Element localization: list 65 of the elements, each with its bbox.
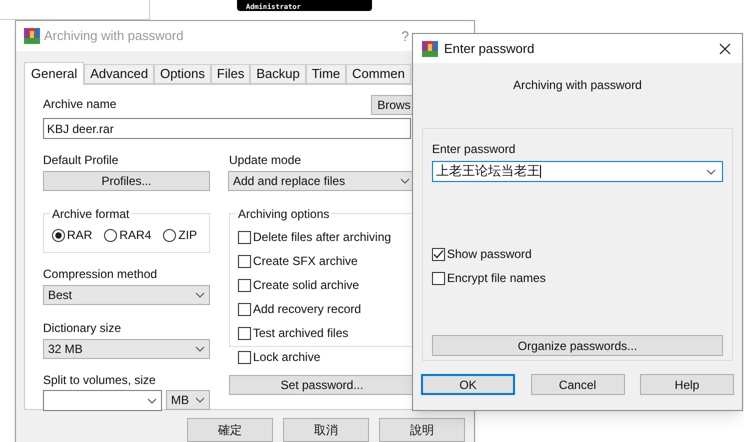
- dialog-button[interactable]: 取消: [283, 418, 369, 442]
- field-label: Enter password: [432, 141, 516, 158]
- dialog-button[interactable]: Help: [640, 374, 734, 395]
- checkbox-label: Add recovery record: [253, 301, 362, 318]
- checkbox[interactable]: [238, 230, 251, 244]
- checkbox-label: Delete files after archiving: [253, 229, 392, 246]
- tab[interactable]: General: [24, 62, 84, 85]
- radio-label: RAR4: [119, 227, 152, 244]
- checkbox[interactable]: [238, 254, 251, 268]
- update-mode-select[interactable]: Add and replace files: [228, 171, 415, 191]
- checkbox-label: Create solid archive: [253, 277, 360, 294]
- dialog-button[interactable]: 確定: [187, 418, 273, 442]
- checkbox-label: Lock archive: [253, 349, 320, 366]
- field-label: Update mode: [229, 152, 302, 169]
- chevron-down-icon: [195, 397, 205, 403]
- chevron-down-icon: [147, 398, 157, 404]
- set-password-button[interactable]: Set password...: [229, 375, 415, 395]
- chevron-down-icon: [400, 178, 410, 184]
- close-icon[interactable]: [719, 42, 731, 54]
- radio-label: RAR: [67, 227, 92, 244]
- tab[interactable]: Time: [306, 64, 346, 84]
- checkbox[interactable]: [238, 350, 251, 364]
- radio-label: ZIP: [178, 227, 198, 244]
- checkbox-label: Encrypt file names: [447, 270, 546, 287]
- archive-name-field[interactable]: KBJ deer.rar: [43, 118, 411, 139]
- books-icon: [422, 40, 438, 56]
- checkbox[interactable]: [432, 248, 445, 260]
- split-size-field[interactable]: [43, 390, 162, 411]
- dialog-subtitle: Archiving with password: [513, 77, 642, 94]
- compression-select[interactable]: Best: [43, 285, 210, 305]
- checkbox-label: Test archived files: [253, 325, 348, 342]
- organize-passwords-button[interactable]: Organize passwords...: [432, 335, 723, 356]
- field-label: Split to volumes, size: [43, 372, 157, 389]
- password-field[interactable]: 上老王论坛当老王: [432, 161, 723, 182]
- dictionary-select[interactable]: 32 MB: [43, 339, 210, 359]
- tab[interactable]: Files: [210, 64, 250, 84]
- dialog-button[interactable]: Cancel: [530, 374, 624, 395]
- radio-button[interactable]: [104, 228, 118, 242]
- checkbox[interactable]: [238, 302, 251, 316]
- chevron-down-icon: [706, 168, 716, 174]
- field-label: Dictionary size: [43, 320, 122, 337]
- window-title: Archiving with password: [44, 27, 184, 46]
- chevron-down-icon: [195, 292, 205, 298]
- tab[interactable]: Commen: [346, 64, 411, 84]
- radio-button[interactable]: [163, 228, 176, 242]
- checkbox-label: Create SFX archive: [253, 253, 358, 270]
- dialog-button[interactable]: 說明: [379, 418, 465, 442]
- chevron-down-icon: [195, 346, 205, 352]
- field-label: Compression method: [43, 266, 158, 283]
- window-title: Enter password: [444, 40, 534, 58]
- field-label: Default Profile: [43, 152, 120, 169]
- unit-select[interactable]: MB: [166, 390, 210, 410]
- radio-button[interactable]: [52, 228, 65, 242]
- checkbox[interactable]: [432, 272, 445, 284]
- tab[interactable]: Options: [154, 64, 211, 84]
- tab[interactable]: Advanced: [84, 64, 154, 84]
- help-button[interactable]: ?: [401, 26, 409, 46]
- books-icon: [24, 28, 40, 44]
- checkbox[interactable]: [238, 326, 251, 340]
- field-label: Archive name: [43, 96, 116, 113]
- checkbox-label: Show password: [447, 246, 532, 263]
- profiles-button[interactable]: Profiles...: [43, 171, 210, 191]
- tab[interactable]: Backup: [250, 64, 306, 84]
- checkbox[interactable]: [238, 278, 251, 292]
- dialog-button[interactable]: OK: [421, 374, 515, 395]
